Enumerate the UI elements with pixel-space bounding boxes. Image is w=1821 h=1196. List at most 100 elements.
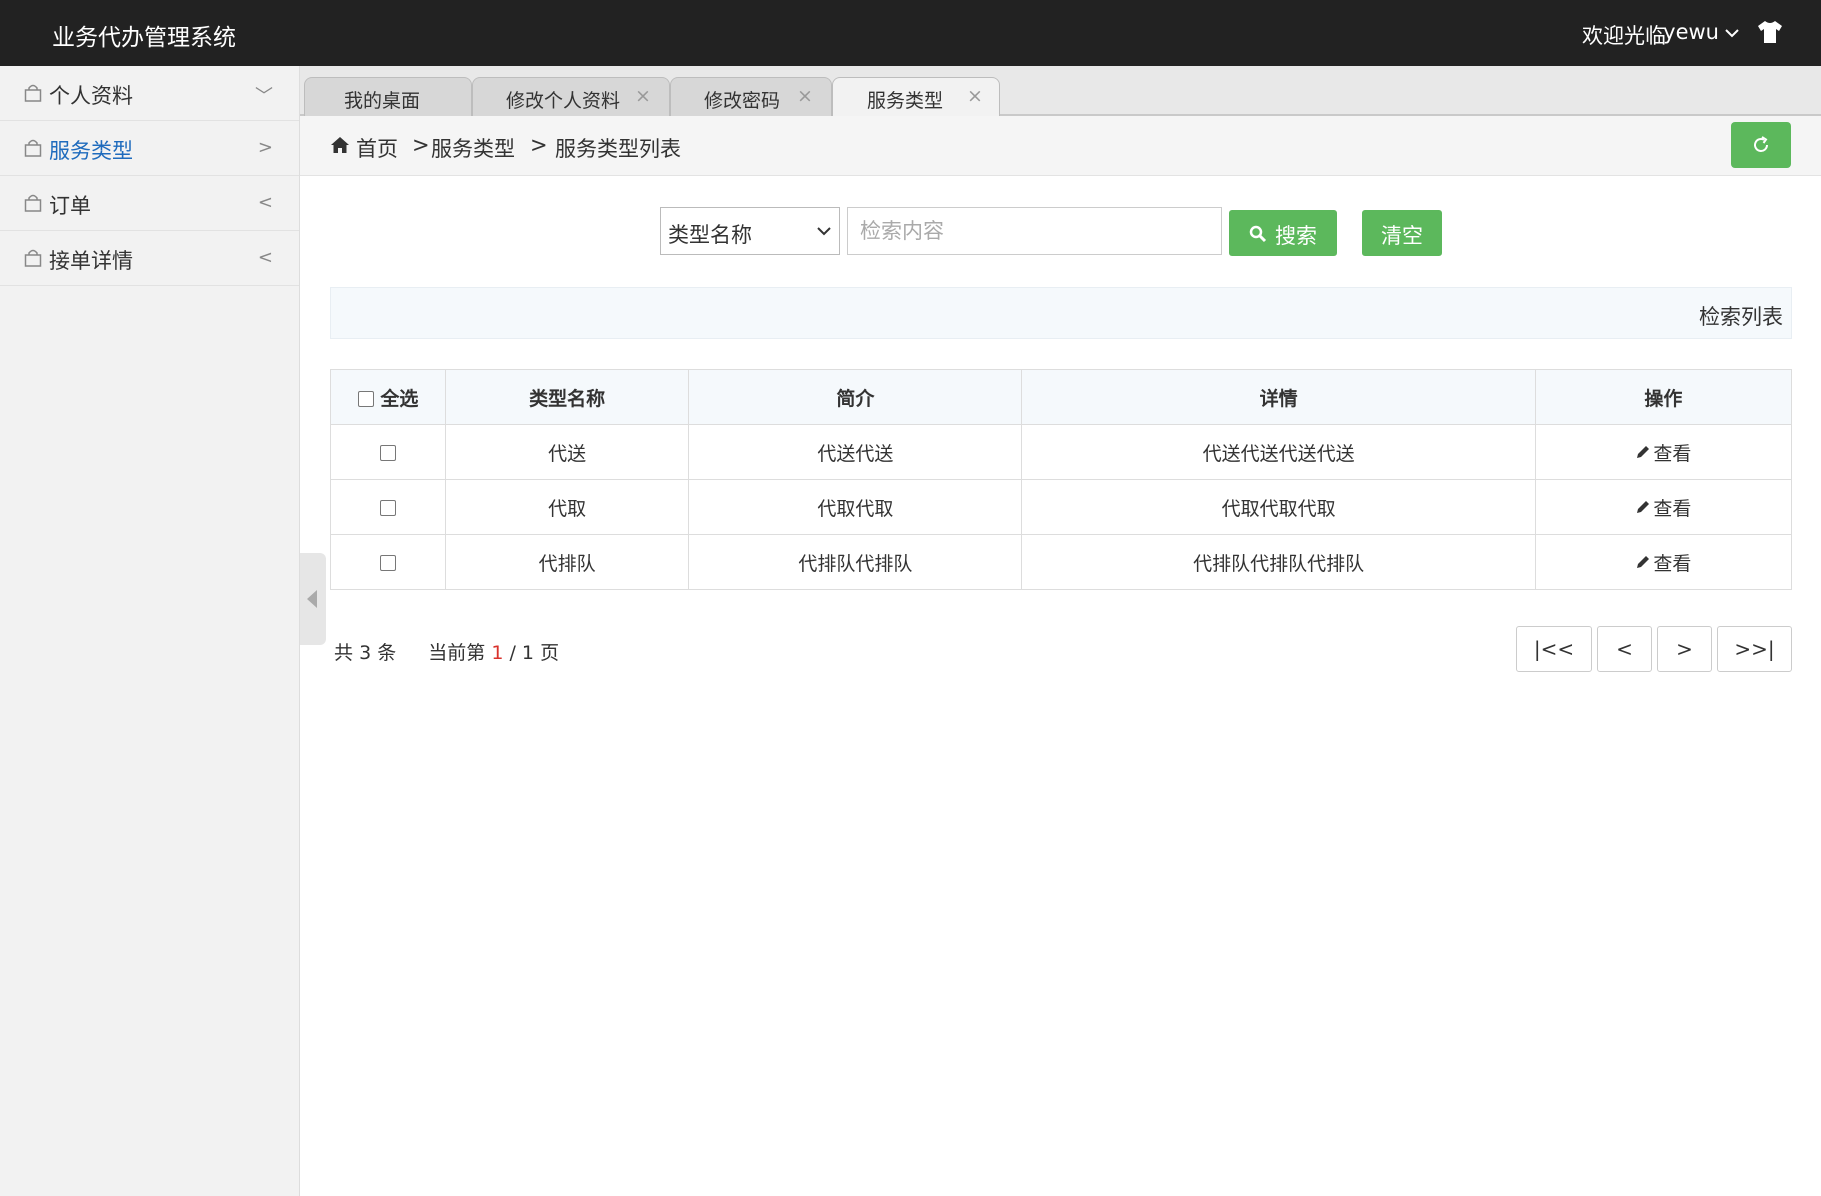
row-checkbox[interactable] <box>380 554 397 571</box>
bag-icon <box>24 84 42 102</box>
row-select-cell <box>329 479 447 535</box>
app-title: 业务代办管理系统 <box>52 25 236 51</box>
tab-edit-profile[interactable]: 修改个人资料 × <box>472 77 670 117</box>
page-slash: / <box>509 642 516 664</box>
sidebar-item-label: 订单 <box>49 194 91 218</box>
chevron-down-icon[interactable] <box>1725 26 1739 40</box>
breadcrumb-home[interactable]: 首页 <box>356 133 398 163</box>
pagination-info: 共 3 条 当前第 1 / 1 页 <box>334 638 559 665</box>
close-icon[interactable]: × <box>967 85 983 107</box>
search-button[interactable]: 搜索 <box>1229 210 1337 256</box>
tab-label: 服务类型 <box>867 90 944 112</box>
table-header-row: 全选 类型名称 简介 详情 操作 <box>329 369 1793 425</box>
sidebar-item-label: 服务类型 <box>49 139 133 163</box>
caret-left-icon <box>307 590 317 608</box>
cell-detail: 代取代取代取 <box>1021 479 1536 535</box>
bag-icon <box>24 249 42 267</box>
pages-suffix: 页 <box>540 642 560 664</box>
pencil-icon <box>1637 556 1650 568</box>
list-title: 检索列表 <box>1699 305 1783 329</box>
column-header-action: 操作 <box>1534 369 1793 425</box>
total-suffix: 条 <box>377 642 397 664</box>
total-prefix: 共 <box>334 642 354 664</box>
select-all-label: 全选 <box>380 387 419 410</box>
breadcrumb: 首页 > 服务类型 > 服务类型列表 <box>300 116 1821 176</box>
row-select-cell <box>329 424 447 480</box>
view-link[interactable]: 查看 <box>1635 494 1691 521</box>
home-icon <box>331 137 349 153</box>
data-table: 全选 类型名称 简介 详情 操作 代送 代送代送 代送代送代送代送 查看 代取 … <box>329 369 1793 590</box>
view-link[interactable]: 查看 <box>1635 439 1691 466</box>
clear-button[interactable]: 清空 <box>1362 210 1442 256</box>
first-page-button[interactable]: |<< <box>1516 626 1592 672</box>
cell-name: 代送 <box>445 424 690 480</box>
cell-name: 代取 <box>445 479 690 535</box>
bag-icon <box>24 139 42 157</box>
chevron-right-icon: > <box>257 137 273 158</box>
prev-page-button[interactable]: < <box>1597 626 1652 672</box>
select-all-checkbox[interactable] <box>357 391 374 407</box>
next-page-button[interactable]: > <box>1657 626 1712 672</box>
tab-bar: 我的桌面 修改个人资料 × 修改密码 × 服务类型 × <box>300 66 1821 117</box>
sidebar-item-service-type[interactable]: 服务类型 > <box>0 121 299 176</box>
close-icon[interactable]: × <box>635 85 651 107</box>
search-input[interactable] <box>847 207 1222 255</box>
search-field-select[interactable]: 类型名称 <box>660 207 840 255</box>
tshirt-icon[interactable] <box>1757 20 1783 44</box>
row-checkbox[interactable] <box>380 499 397 516</box>
pencil-icon <box>1637 446 1650 458</box>
table-row: 代送 代送代送 代送代送代送代送 查看 <box>329 424 1793 480</box>
cell-detail: 代排队代排队代排队 <box>1021 534 1536 590</box>
table-row: 代排队 代排队代排队 代排队代排队代排队 查看 <box>329 534 1793 590</box>
tab-desktop[interactable]: 我的桌面 <box>304 77 472 117</box>
column-header-detail: 详情 <box>1021 369 1536 425</box>
last-page-button[interactable]: >>| <box>1717 626 1792 672</box>
cell-intro: 代取代取 <box>688 479 1023 535</box>
sidebar-item-order[interactable]: 订单 < <box>0 176 299 231</box>
search-icon <box>1249 225 1267 243</box>
refresh-icon <box>1754 136 1768 152</box>
tab-label: 修改密码 <box>704 90 781 112</box>
cell-intro: 代排队代排队 <box>688 534 1023 590</box>
search-field-value: 类型名称 <box>668 223 752 247</box>
clear-button-label: 清空 <box>1381 225 1423 248</box>
cell-action: 查看 <box>1534 479 1793 535</box>
cell-intro: 代送代送 <box>688 424 1023 480</box>
current-page: 1 <box>491 642 504 664</box>
cell-action: 查看 <box>1534 424 1793 480</box>
chevron-down-icon <box>817 227 831 236</box>
pencil-icon <box>1637 501 1650 513</box>
chevron-left-icon: < <box>257 247 273 268</box>
top-bar: 业务代办管理系统 欢迎光临 yewu <box>0 0 1821 66</box>
tab-change-password[interactable]: 修改密码 × <box>670 77 832 117</box>
total-pages: 1 <box>521 642 535 664</box>
view-label: 查看 <box>1653 552 1692 575</box>
tab-label: 修改个人资料 <box>506 90 621 112</box>
select-all-header[interactable]: 全选 <box>329 369 447 425</box>
breadcrumb-current: 服务类型列表 <box>555 137 681 161</box>
refresh-button[interactable] <box>1731 122 1791 168</box>
current-prefix: 当前第 <box>428 642 486 664</box>
chevron-down-icon: ﹀ <box>255 86 273 107</box>
sidebar-item-label: 个人资料 <box>49 84 133 108</box>
column-header-intro: 简介 <box>688 369 1023 425</box>
tab-label: 我的桌面 <box>344 90 421 112</box>
sidebar-item-order-details[interactable]: 接单详情 < <box>0 231 299 286</box>
sidebar: 个人资料 ﹀ 服务类型 > 订单 < 接单详情 < <box>0 66 300 1196</box>
row-checkbox[interactable] <box>380 444 397 461</box>
chevron-left-icon: < <box>257 192 273 213</box>
user-menu[interactable]: yewu <box>1663 20 1719 44</box>
sidebar-item-profile[interactable]: 个人资料 ﹀ <box>0 66 299 121</box>
tab-service-type[interactable]: 服务类型 × <box>832 77 1000 117</box>
table-row: 代取 代取代取 代取代取代取 查看 <box>329 479 1793 535</box>
welcome-text: 欢迎光临 <box>1582 24 1666 48</box>
row-select-cell <box>329 534 447 590</box>
sidebar-collapse-handle[interactable] <box>300 553 326 645</box>
view-label: 查看 <box>1653 442 1692 465</box>
breadcrumb-separator: > <box>412 133 430 157</box>
main-content: 我的桌面 修改个人资料 × 修改密码 × 服务类型 × 首页 > 服务类型 > … <box>300 66 1821 1196</box>
view-link[interactable]: 查看 <box>1635 549 1691 576</box>
cell-name: 代排队 <box>445 534 690 590</box>
close-icon[interactable]: × <box>797 85 813 107</box>
breadcrumb-level1[interactable]: 服务类型 <box>431 133 515 163</box>
